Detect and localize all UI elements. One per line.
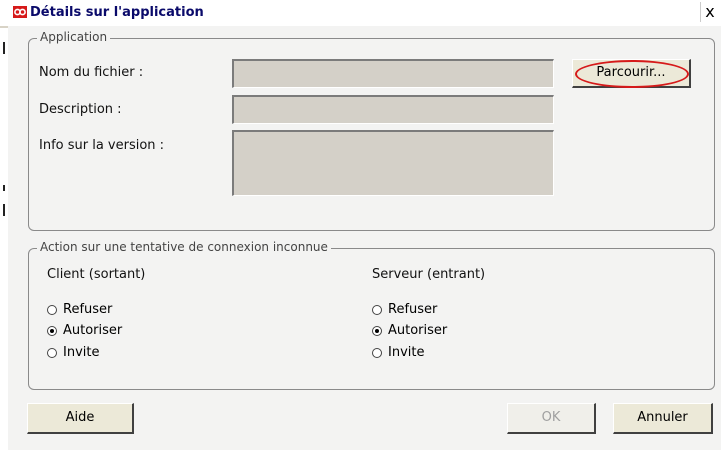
version-label: Info sur la version :	[39, 138, 165, 153]
radio-label: Autoriser	[63, 323, 123, 338]
title-bar: Détails sur l'application x	[0, 0, 721, 28]
radio-checked-icon	[372, 325, 382, 336]
help-button[interactable]: Aide	[27, 403, 134, 434]
close-icon: x	[705, 2, 715, 21]
server-radio-refuse[interactable]: Refuser	[372, 302, 437, 317]
radio-icon	[372, 347, 382, 358]
client-radio-allow[interactable]: Autoriser	[47, 323, 122, 338]
connection-action-legend: Action sur une tentative de connexion in…	[37, 240, 331, 254]
ok-button[interactable]: OK	[507, 403, 596, 434]
server-incoming-title: Serveur (entrant)	[372, 267, 486, 282]
version-info-field[interactable]	[232, 130, 554, 196]
window-title: Détails sur l'application	[30, 5, 204, 20]
application-group-legend: Application	[37, 30, 111, 44]
highlight-annotation	[575, 60, 689, 88]
client-outgoing-title: Client (sortant)	[47, 267, 146, 282]
dialog-body: Application Nom du fichier : Description…	[8, 26, 721, 450]
radio-label: Invite	[63, 345, 100, 360]
connection-action-group: Action sur une tentative de connexion in…	[28, 240, 715, 390]
radio-label: Refuser	[388, 302, 438, 317]
server-radio-allow[interactable]: Autoriser	[372, 323, 447, 338]
window-edge-fragment	[3, 42, 5, 54]
radio-label: Autoriser	[388, 323, 448, 338]
server-radio-invite[interactable]: Invite	[372, 345, 424, 360]
radio-icon	[47, 347, 57, 358]
radio-checked-icon	[47, 325, 57, 336]
application-group: Application Nom du fichier : Description…	[28, 30, 715, 231]
radio-icon	[372, 304, 382, 315]
ok-button-label: OK	[541, 410, 561, 425]
window-edge-fragment	[3, 204, 5, 216]
client-radio-refuse[interactable]: Refuser	[47, 302, 112, 317]
cancel-button[interactable]: Annuler	[613, 403, 713, 434]
radio-icon	[47, 304, 57, 315]
close-button[interactable]: x	[700, 2, 719, 22]
radio-label: Refuser	[63, 302, 113, 317]
cancel-button-label: Annuler	[637, 410, 688, 425]
radio-label: Invite	[388, 345, 425, 360]
description-field[interactable]	[232, 95, 554, 124]
client-radio-invite[interactable]: Invite	[47, 345, 99, 360]
filename-label: Nom du fichier :	[39, 65, 144, 80]
filename-field[interactable]	[232, 59, 554, 88]
app-logo-icon	[13, 6, 27, 18]
help-button-label: Aide	[65, 410, 95, 425]
window-edge-fragment	[3, 185, 5, 191]
description-label: Description :	[39, 102, 122, 117]
